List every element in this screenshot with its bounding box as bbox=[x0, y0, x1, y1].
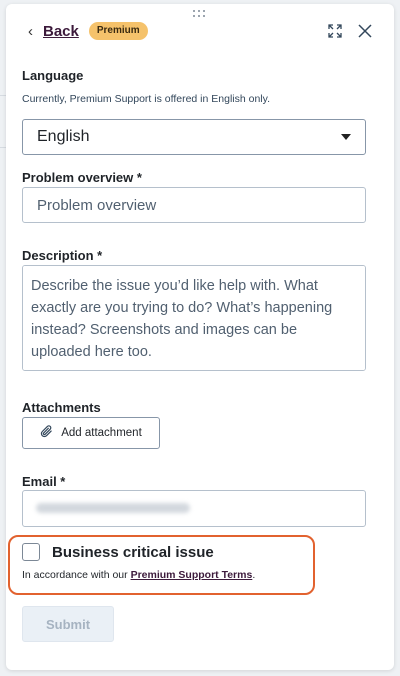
submit-button[interactable]: Submit bbox=[22, 606, 114, 642]
business-critical-label: Business critical issue bbox=[52, 544, 214, 561]
problem-overview-input[interactable] bbox=[22, 187, 366, 223]
premium-support-terms-link[interactable]: Premium Support Terms bbox=[131, 569, 253, 581]
attachments-label: Attachments bbox=[22, 400, 101, 415]
redacted-email bbox=[36, 503, 190, 513]
problem-overview-label: Problem overview * bbox=[22, 170, 142, 185]
language-help-text: Currently, Premium Support is offered in… bbox=[22, 93, 271, 105]
add-attachment-label: Add attachment bbox=[61, 427, 142, 439]
language-select-value: English bbox=[37, 128, 90, 145]
header-actions bbox=[328, 24, 372, 38]
description-textarea[interactable] bbox=[22, 265, 366, 371]
paperclip-icon bbox=[40, 425, 53, 441]
close-icon[interactable] bbox=[358, 24, 372, 38]
chevron-left-icon[interactable]: ‹ bbox=[28, 24, 33, 39]
language-label: Language bbox=[22, 68, 84, 83]
premium-badge: Premium bbox=[88, 22, 148, 40]
panel-header: ‹ Back Premium bbox=[28, 18, 372, 44]
terms-suffix: . bbox=[252, 569, 256, 581]
terms-prefix: In accordance with our bbox=[22, 569, 131, 581]
business-critical-checkbox[interactable] bbox=[22, 543, 40, 561]
email-label: Email * bbox=[22, 474, 66, 489]
expand-icon[interactable] bbox=[328, 24, 342, 38]
language-select[interactable]: English bbox=[22, 119, 366, 155]
caret-down-icon bbox=[341, 134, 351, 140]
terms-text: In accordance with our Premium Support T… bbox=[22, 569, 255, 581]
description-label: Description * bbox=[22, 248, 103, 263]
back-link[interactable]: Back bbox=[43, 23, 79, 40]
add-attachment-button[interactable]: Add attachment bbox=[22, 417, 160, 449]
